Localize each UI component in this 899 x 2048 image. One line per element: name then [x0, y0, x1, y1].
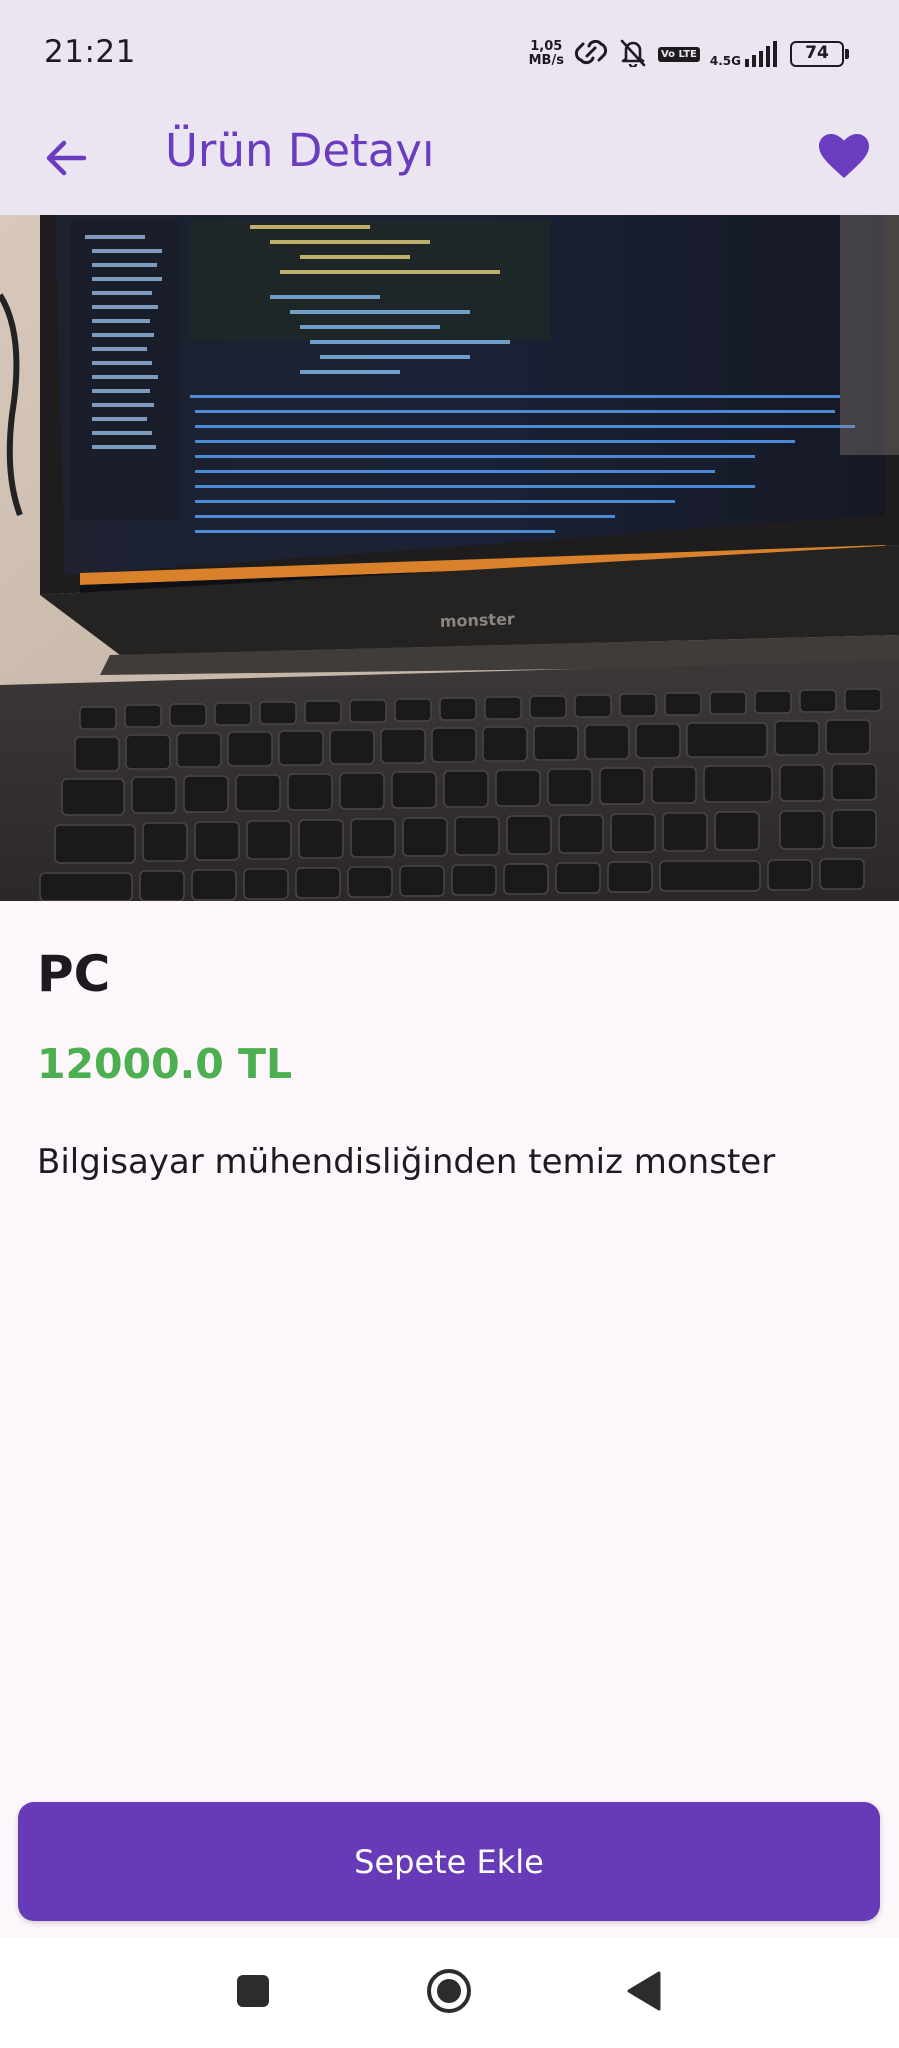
product-image: monster	[0, 215, 899, 901]
battery-icon: 74	[790, 41, 849, 67]
recents-square-icon	[236, 1974, 270, 2012]
bell-off-icon	[618, 37, 648, 71]
signal-icon: 4.5G	[710, 41, 780, 67]
page-title: Ürün Detayı	[165, 124, 435, 177]
add-to-cart-button[interactable]: Sepete Ekle	[18, 1802, 880, 1921]
recents-button[interactable]	[226, 1966, 280, 2020]
network-speed-value: 1,05	[530, 39, 563, 54]
app-bar: Ürün Detayı	[0, 108, 899, 215]
network-speed: 1,05 MB/s	[529, 40, 564, 68]
laptop-brand-text: monster	[439, 609, 515, 631]
home-circle-icon	[425, 1967, 473, 2019]
battery-level: 74	[790, 41, 844, 67]
system-nav-bar	[0, 1938, 899, 2048]
network-generation: 4.5G	[709, 54, 741, 68]
back-button[interactable]	[36, 130, 96, 190]
back-triangle-icon	[625, 1971, 663, 2015]
volte-icon: Vo LTE	[657, 46, 700, 62]
home-button[interactable]	[422, 1966, 476, 2020]
product-name: PC	[37, 945, 111, 1003]
system-back-button[interactable]	[617, 1966, 671, 2020]
favorite-button[interactable]	[811, 126, 877, 192]
laptop-photo: monster	[0, 215, 899, 901]
status-icons: 1,05 MB/s Vo LTE 4.5G 74	[529, 34, 849, 74]
heart-icon	[819, 134, 869, 184]
status-bar: 21:21 1,05 MB/s Vo LTE 4.5G 74	[0, 0, 899, 108]
status-time: 21:21	[44, 34, 136, 70]
network-speed-unit: MB/s	[528, 53, 564, 68]
battery-tip	[845, 49, 849, 59]
link-icon	[574, 39, 608, 69]
arrow-back-icon	[44, 138, 88, 182]
product-price: 12000.0 TL	[37, 1040, 293, 1088]
product-description: Bilgisayar mühendisliğinden temiz monste…	[37, 1142, 776, 1182]
